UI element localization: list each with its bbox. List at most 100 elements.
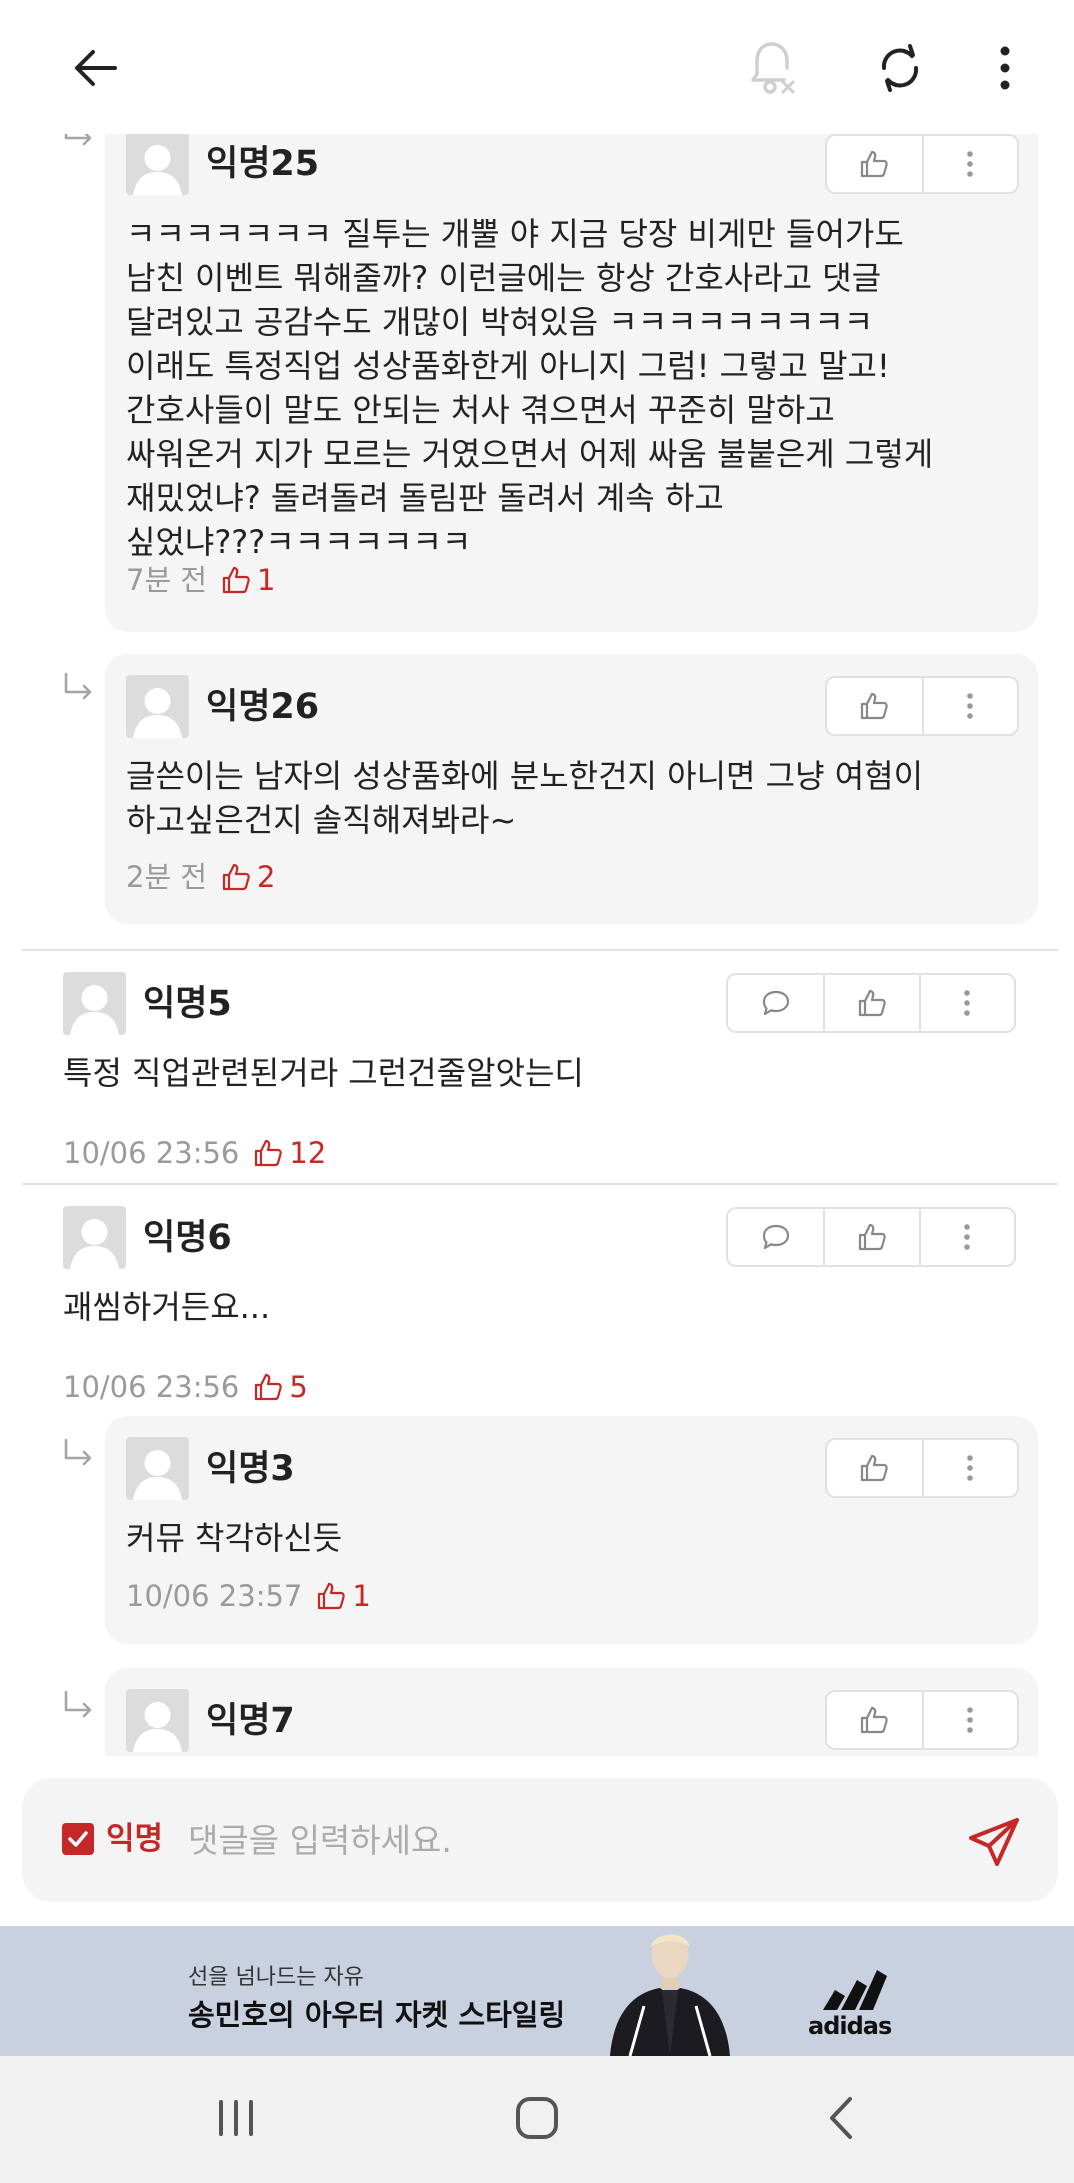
author-name: 익명7 <box>206 1701 295 1741</box>
thumbs-up-icon <box>861 692 889 720</box>
divider <box>22 1183 1058 1185</box>
bell-off-icon <box>751 42 795 94</box>
notification-toggle-button[interactable] <box>733 28 813 108</box>
comment-menu-button[interactable] <box>921 1692 1017 1748</box>
thumbs-up-icon <box>858 1223 886 1251</box>
author-name: 익명3 <box>206 1449 295 1489</box>
comment-input[interactable] <box>188 1814 968 1866</box>
system-back-button[interactable] <box>806 2088 876 2148</box>
back-chevron-icon <box>830 2097 852 2139</box>
more-vertical-icon <box>967 1455 974 1481</box>
like-button[interactable] <box>827 678 922 734</box>
like-count-value: 5 <box>289 1370 308 1404</box>
refresh-button[interactable] <box>860 28 940 108</box>
ad-banner[interactable]: 선을 넘나드는 자유 송민호의 아우터 자켓 스타일링 adidas <box>0 1926 1074 2056</box>
comment-meta: 10/06 23:57 1 <box>126 1579 371 1613</box>
comment-text: ㅋㅋㅋㅋㅋㅋㅋ 질투는 개뿔 야 지금 당장 비게만 들어가도 남친 이벤트 뭐… <box>126 215 934 561</box>
more-vertical-icon <box>964 1224 971 1250</box>
reply-arrow-icon <box>60 670 96 706</box>
thumbs-up-icon <box>222 566 250 594</box>
like-count: 12 <box>253 1136 326 1170</box>
like-button[interactable] <box>827 1440 922 1496</box>
author-name: 익명6 <box>143 1218 232 1258</box>
reply-item: 익명25 ㅋㅋㅋㅋㅋㅋㅋ 질투는 개뿔 야 지금 당장 비게만 들어가도 남친 … <box>105 134 1038 632</box>
comment-actions <box>825 1690 1019 1750</box>
like-button[interactable] <box>827 1692 922 1748</box>
comment-time: 2분 전 <box>126 860 208 894</box>
reply-item: 익명26 글쓴이는 남자의 성상품화에 분노한건지 아니면 그냥 여혐이 하고싶… <box>105 654 1038 924</box>
like-button[interactable] <box>823 1209 918 1265</box>
send-button[interactable] <box>967 1814 1023 1870</box>
comment-text: 글쓴이는 남자의 성상품화에 분노한건지 아니면 그냥 여혐이 하고싶은건지 솔… <box>126 757 924 839</box>
system-navigation-bar <box>0 2056 1074 2183</box>
thumbs-up-icon <box>255 1139 283 1167</box>
avatar <box>126 1437 189 1500</box>
thumbs-up-icon <box>861 1706 889 1734</box>
comment-time: 10/06 23:57 <box>126 1579 303 1613</box>
comment-meta: 7분 전 1 <box>126 563 275 597</box>
avatar <box>63 1206 126 1269</box>
comment-menu-button[interactable] <box>921 136 1017 192</box>
like-button[interactable] <box>823 975 918 1031</box>
ad-model-image <box>600 1930 740 2056</box>
anonymous-label[interactable]: 익명 <box>106 1819 163 1859</box>
app-bar <box>0 0 1074 134</box>
comment-text: 특정 직업관련된거라 그런건줄알앗는디 <box>63 1054 584 1092</box>
reply-button[interactable] <box>728 1209 823 1265</box>
arrow-left-icon <box>75 50 117 86</box>
comment-meta: 10/06 23:56 12 <box>63 1136 326 1170</box>
ad-subtitle: 선을 넘나드는 자유 <box>188 1965 364 1990</box>
like-count-value: 1 <box>352 1579 371 1613</box>
comment-menu-button[interactable] <box>921 678 1017 734</box>
comment-time: 7분 전 <box>126 563 208 597</box>
like-count-value: 12 <box>289 1136 327 1170</box>
home-button[interactable] <box>502 2088 572 2148</box>
comment-actions <box>825 134 1019 194</box>
comment-input-bar: 익명 <box>22 1778 1058 1902</box>
like-count: 1 <box>316 1579 371 1613</box>
speech-bubble-icon <box>762 1224 789 1250</box>
thumbs-up-icon <box>318 1582 346 1610</box>
reply-arrow-icon <box>60 1436 96 1472</box>
checkmark-icon <box>68 1831 88 1847</box>
comment-meta: 10/06 23:56 5 <box>63 1370 308 1404</box>
thumbs-up-icon <box>222 863 250 891</box>
more-vertical-icon <box>967 1707 974 1733</box>
comment-menu-button[interactable] <box>921 1440 1017 1496</box>
comment-menu-button[interactable] <box>918 975 1014 1031</box>
thumbs-up-icon <box>255 1373 283 1401</box>
comment-menu-button[interactable] <box>918 1209 1014 1265</box>
comment-time: 10/06 23:56 <box>63 1136 240 1170</box>
reply-button[interactable] <box>728 975 823 1031</box>
more-options-button[interactable] <box>965 28 1045 108</box>
avatar <box>126 1689 189 1752</box>
reply-arrow-icon <box>60 1688 96 1724</box>
more-vertical-icon <box>967 151 974 177</box>
ad-headline: 송민호의 아우터 자켓 스타일링 <box>188 1998 566 2032</box>
comment-actions <box>825 1438 1019 1498</box>
like-button[interactable] <box>827 136 922 192</box>
comment-list[interactable]: 익명25 ㅋㅋㅋㅋㅋㅋㅋ 질투는 개뿔 야 지금 당장 비게만 들어가도 남친 … <box>0 134 1074 1756</box>
thumbs-up-icon <box>861 1454 889 1482</box>
avatar <box>126 134 189 195</box>
like-count: 5 <box>253 1370 308 1404</box>
recents-button[interactable] <box>201 2088 271 2148</box>
back-button[interactable] <box>54 28 134 108</box>
paper-plane-icon <box>969 1818 1019 1866</box>
refresh-icon <box>881 44 919 92</box>
like-count-value: 1 <box>257 563 276 597</box>
comment-text: 커뮤 착각하신듯 <box>126 1519 343 1557</box>
comment-actions <box>726 973 1016 1033</box>
more-vertical-icon <box>964 990 971 1016</box>
divider <box>22 949 1058 951</box>
author-name: 익명5 <box>143 984 232 1024</box>
comment-time: 10/06 23:56 <box>63 1370 240 1404</box>
avatar <box>126 675 189 738</box>
comment-actions <box>726 1207 1016 1267</box>
comment-text: 괘씸하거든요... <box>63 1288 271 1326</box>
reply-item: 익명3 커뮤 착각하신듯 10/06 23:57 1 <box>105 1416 1038 1644</box>
reply-arrow-icon <box>60 134 96 152</box>
author-name: 익명26 <box>206 687 320 727</box>
anonymous-checkbox[interactable] <box>62 1823 94 1855</box>
speech-bubble-icon <box>762 990 789 1016</box>
